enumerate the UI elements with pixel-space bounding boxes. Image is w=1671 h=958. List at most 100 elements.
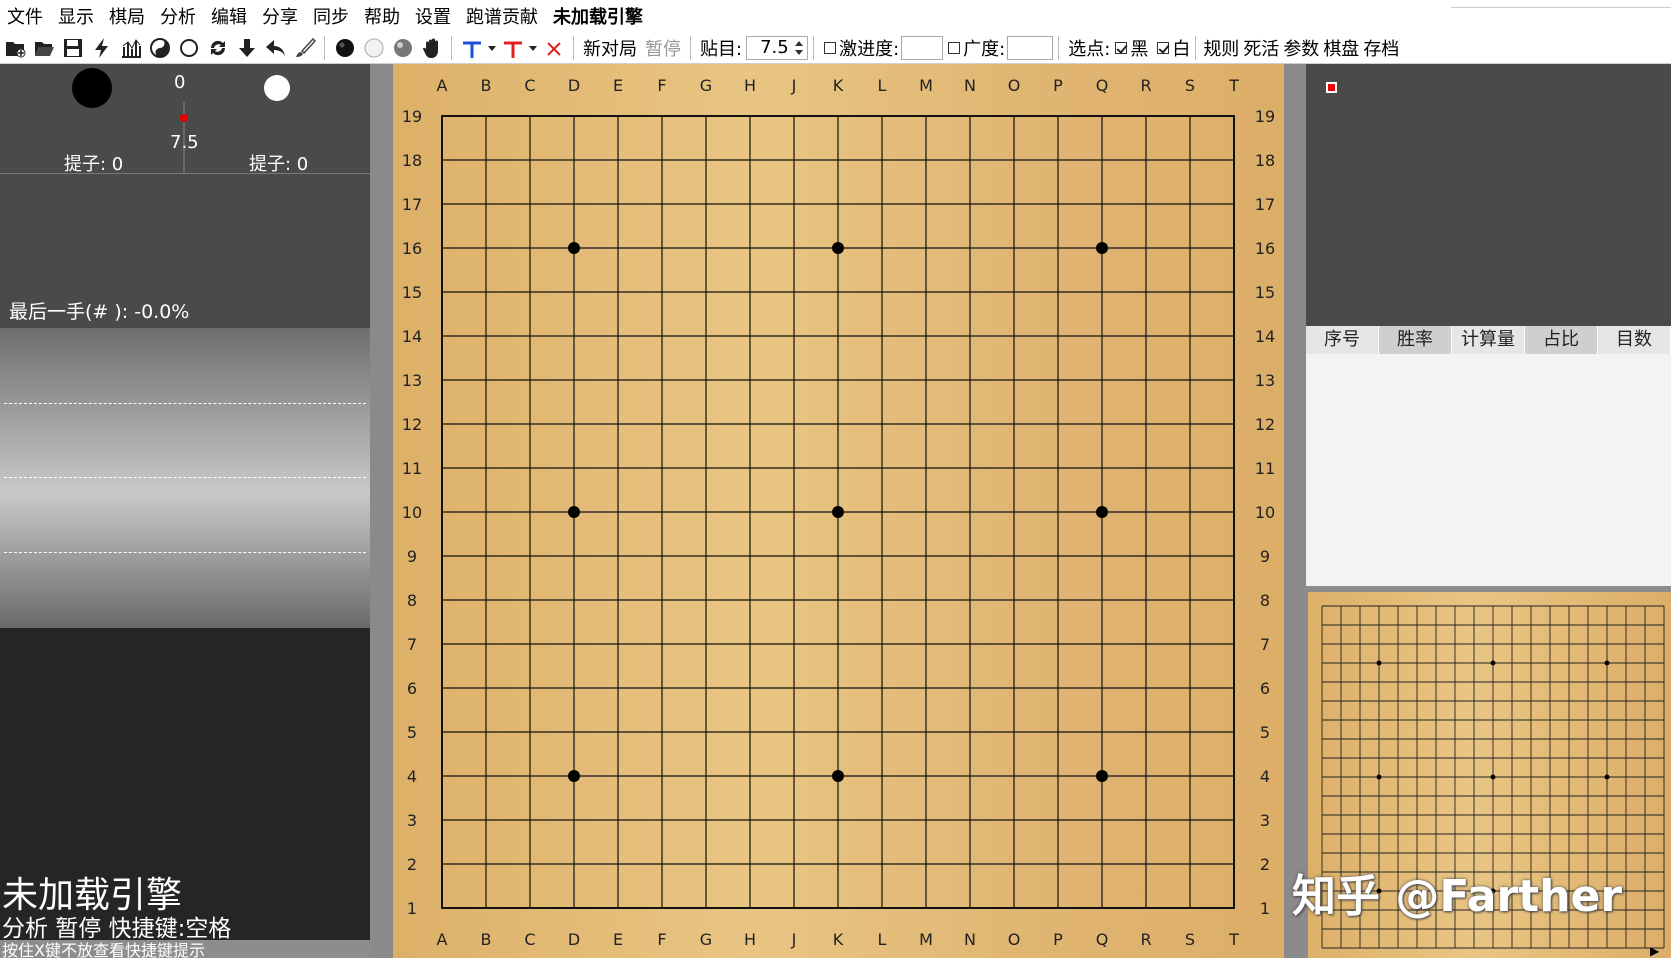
winrate-graph[interactable] <box>0 328 370 628</box>
new-game-icon[interactable] <box>3 36 27 60</box>
mini-star-point <box>1377 775 1382 780</box>
engine-hint: 分析 暂停 快捷键:空格 <box>2 916 231 942</box>
row-label: 4 <box>1260 767 1270 786</box>
menu-bar: 文件 显示 棋局 分析 编辑 分享 同步 帮助 设置 跑谱贡献 未加载引擎 <box>0 0 1671 32</box>
column-label: E <box>613 930 623 949</box>
menu-settings[interactable]: 设置 <box>408 3 459 29</box>
board-link[interactable]: 棋盘 <box>1321 35 1361 61</box>
toolbar: 新对局 暂停 贴目: 7.5 激进度: 广度: 选点: 黑 白 规则 死活 参数… <box>0 32 1671 64</box>
select-white-checkbox[interactable] <box>1157 42 1169 54</box>
breadth-toggle[interactable]: 广度: <box>943 35 1005 61</box>
brush-icon[interactable] <box>293 36 317 60</box>
toolbar-separator <box>324 36 325 60</box>
black-white-icon[interactable] <box>148 36 172 60</box>
red-cross-icon[interactable] <box>501 36 525 60</box>
column-label: E <box>613 76 623 95</box>
new-game-button[interactable]: 新对局 <box>579 35 641 61</box>
flash-icon[interactable] <box>90 36 114 60</box>
menu-sync[interactable]: 同步 <box>306 3 357 29</box>
row-label: 9 <box>1260 547 1270 566</box>
score-separator <box>0 173 370 174</box>
row-label: 19 <box>1255 107 1275 126</box>
menu-analyze[interactable]: 分析 <box>153 3 204 29</box>
close-icon[interactable] <box>542 36 566 60</box>
column-label: K <box>833 76 844 95</box>
komi-stepper[interactable]: 7.5 <box>746 36 808 60</box>
aggressive-toggle[interactable]: 激进度: <box>819 35 899 61</box>
aggressive-checkbox[interactable] <box>824 42 836 54</box>
column-label: T <box>1228 76 1239 95</box>
menu-contribute[interactable]: 跑谱贡献 <box>459 3 546 29</box>
stepper-arrows-icon[interactable] <box>794 38 804 58</box>
variation-area <box>1306 64 1671 326</box>
col-index[interactable]: 序号 <box>1306 326 1379 354</box>
menu-game[interactable]: 棋局 <box>102 3 153 29</box>
column-label: O <box>1008 76 1021 95</box>
params-link[interactable]: 参数 <box>1281 35 1321 61</box>
chart-icon[interactable] <box>119 36 143 60</box>
row-label: 19 <box>402 107 422 126</box>
scroll-arrow-icon[interactable]: ▶ <box>1650 944 1659 958</box>
col-winrate[interactable]: 胜率 <box>1379 326 1452 354</box>
menu-share[interactable]: 分享 <box>255 3 306 29</box>
row-label: 16 <box>1255 239 1275 258</box>
mini-star-point <box>1491 661 1496 666</box>
menu-engine-status: 未加载引擎 <box>546 3 651 29</box>
archive-link[interactable]: 存档 <box>1361 35 1401 61</box>
select-black-toggle[interactable]: 黑 <box>1110 35 1148 61</box>
refresh-icon[interactable] <box>206 36 230 60</box>
blue-cross-icon[interactable] <box>460 36 484 60</box>
select-white-toggle[interactable]: 白 <box>1152 35 1190 61</box>
toolbar-separator <box>451 36 452 60</box>
star-point <box>832 242 844 254</box>
left-panel: 0 7.5 提子: 0 提子: 0 最后一手(# ): -0.0% 未加载引擎 … <box>0 64 370 958</box>
col-score[interactable]: 目数 <box>1598 326 1671 354</box>
last-move-winrate: 最后一手(# ): -0.0% <box>9 297 189 324</box>
breadth-input[interactable] <box>1007 36 1053 60</box>
white-player-stone <box>264 75 290 101</box>
col-ratio[interactable]: 占比 <box>1525 326 1598 354</box>
aggressive-input[interactable] <box>901 36 943 60</box>
menu-view[interactable]: 显示 <box>51 3 102 29</box>
window-controls[interactable] <box>1451 0 1671 8</box>
col-playouts[interactable]: 计算量 <box>1452 326 1525 354</box>
star-point <box>832 506 844 518</box>
shortcut-hint: 按住X键不放查看快捷键提示 <box>2 942 205 958</box>
black-stone-icon[interactable] <box>333 36 357 60</box>
star-point <box>568 506 580 518</box>
white-stone-icon[interactable] <box>362 36 386 60</box>
column-label: G <box>700 76 712 95</box>
star-point <box>1096 770 1108 782</box>
menu-help[interactable]: 帮助 <box>357 3 408 29</box>
stats-table-body <box>1306 354 1671 586</box>
board-grid[interactable]: AABBCCDDEEFFGGHHJJKKLLMMNNOOPPQQRRSSTT19… <box>393 64 1284 958</box>
column-label: S <box>1185 930 1195 949</box>
row-label: 1 <box>407 899 417 918</box>
life-death-link[interactable]: 死活 <box>1241 35 1281 61</box>
column-label: O <box>1008 930 1021 949</box>
open-file-icon[interactable] <box>32 36 56 60</box>
down-arrow-icon[interactable] <box>235 36 259 60</box>
column-label: B <box>481 930 492 949</box>
pause-button[interactable]: 暂停 <box>641 35 685 61</box>
select-white-label: 白 <box>1172 35 1190 61</box>
menu-edit[interactable]: 编辑 <box>204 3 255 29</box>
undo-icon[interactable] <box>264 36 288 60</box>
circle-icon[interactable] <box>177 36 201 60</box>
column-label: J <box>791 76 797 95</box>
column-label: D <box>568 76 580 95</box>
menu-file[interactable]: 文件 <box>0 3 51 29</box>
rules-link[interactable]: 规则 <box>1201 35 1241 61</box>
row-label: 17 <box>402 195 422 214</box>
go-board[interactable]: AABBCCDDEEFFGGHHJJKKLLMMNNOOPPQQRRSSTT19… <box>393 64 1284 958</box>
row-label: 7 <box>407 635 417 654</box>
row-label: 9 <box>407 547 417 566</box>
chevron-down-icon[interactable] <box>486 36 498 60</box>
chevron-down-icon[interactable] <box>527 36 539 60</box>
select-black-checkbox[interactable] <box>1115 42 1127 54</box>
gray-stone-icon[interactable] <box>391 36 415 60</box>
hand-icon[interactable] <box>420 36 444 60</box>
komi-value[interactable]: 7.5 <box>750 37 789 58</box>
breadth-checkbox[interactable] <box>948 42 960 54</box>
save-icon[interactable] <box>61 36 85 60</box>
